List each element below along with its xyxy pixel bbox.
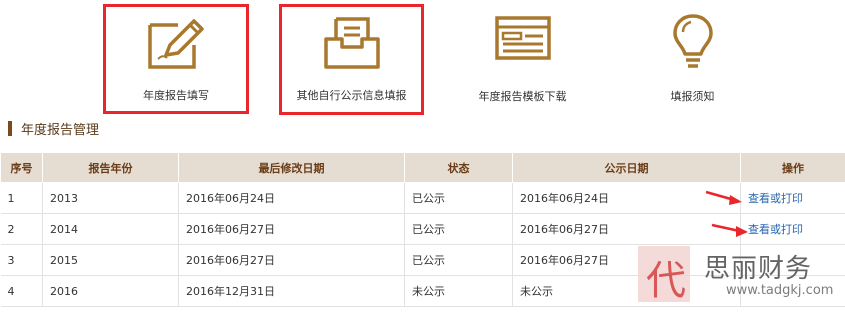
- cell-publish-date: 2016年06月27日: [512, 213, 741, 245]
- template-download-label: 年度报告模板下载: [478, 90, 567, 103]
- cell-publish-date: 2016年06月27日: [512, 244, 741, 276]
- cell-index: 3: [0, 244, 43, 276]
- pencil-form-icon: [148, 19, 204, 69]
- other-public-info-button[interactable]: 其他自行公示信息填报: [279, 4, 424, 115]
- column-header-index: 序号: [0, 152, 43, 183]
- table-row: 3 2015 2016年06月27日 已公示 2016年06月27日: [0, 244, 845, 276]
- cell-action: 查看或打印: [740, 182, 845, 214]
- cell-publish-date: 未公示: [512, 275, 741, 307]
- report-toolbar: 年度报告填写 其他自行公示信息填报 年度报告模板下载 填报须知: [0, 0, 845, 118]
- cell-year: 2014: [42, 213, 179, 245]
- other-public-info-label: 其他自行公示信息填报: [296, 89, 407, 102]
- cell-status: 已公示: [404, 182, 513, 214]
- view-print-link[interactable]: 查看或打印: [748, 192, 803, 205]
- cell-index: 1: [0, 182, 43, 214]
- column-header-publish-date: 公示日期: [512, 152, 741, 183]
- column-header-year: 报告年份: [42, 152, 179, 183]
- annotation-arrow-icon: [705, 190, 742, 205]
- cell-status: 已公示: [404, 244, 513, 276]
- cell-modified: 2016年06月24日: [178, 182, 405, 214]
- filing-guide-button[interactable]: 填报须知: [630, 0, 755, 114]
- cell-index: 2: [0, 213, 43, 245]
- cell-modified: 2016年12月31日: [178, 275, 405, 307]
- fill-annual-report-label: 年度报告填写: [143, 89, 209, 102]
- section-header: 年度报告管理: [8, 118, 99, 138]
- section-title: 年度报告管理: [21, 122, 100, 138]
- table-header-row: 序号 报告年份 最后修改日期 状态 公示日期 操作: [0, 152, 845, 183]
- view-print-link[interactable]: 查看或打印: [748, 223, 803, 236]
- cell-status: 未公示: [404, 275, 513, 307]
- column-header-modified: 最后修改日期: [178, 152, 405, 183]
- cell-action: [740, 244, 845, 276]
- column-header-status: 状态: [404, 152, 513, 183]
- cell-modified: 2016年06月27日: [178, 213, 405, 245]
- table-row: 4 2016 2016年12月31日 未公示 未公示: [0, 275, 845, 307]
- filing-guide-label: 填报须知: [670, 90, 715, 103]
- column-header-action: 操作: [740, 152, 845, 183]
- cell-action: 查看或打印: [740, 213, 845, 245]
- cell-year: 2016: [42, 275, 179, 307]
- template-window-icon: [494, 16, 551, 60]
- fill-annual-report-button[interactable]: 年度报告填写: [103, 4, 249, 114]
- cell-modified: 2016年06月27日: [178, 244, 405, 276]
- lightbulb-icon: [672, 14, 713, 68]
- cell-year: 2015: [42, 244, 179, 276]
- cell-year: 2013: [42, 182, 179, 214]
- section-marker: [8, 120, 12, 136]
- cell-index: 4: [0, 275, 43, 307]
- cell-action: [740, 275, 845, 307]
- annotation-arrow-icon: [711, 223, 748, 237]
- inbox-tray-icon: [323, 17, 380, 69]
- template-download-button[interactable]: 年度报告模板下载: [460, 0, 585, 114]
- cell-status: 已公示: [404, 213, 513, 245]
